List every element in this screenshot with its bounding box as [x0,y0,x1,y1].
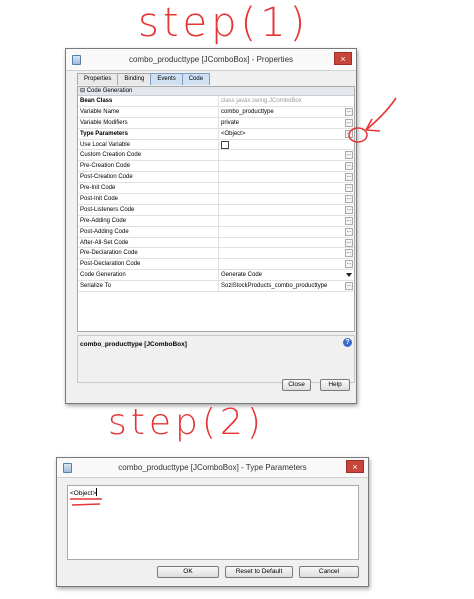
property-sheet: ⊟ Code Generation Bean Class class javax… [77,86,355,332]
ellipsis-button[interactable]: ... [345,227,353,236]
property-row-use-local-variable[interactable]: Use Local Variable [78,139,354,151]
property-name: Bean Class [80,98,113,104]
window-title: combo_producttype [JComboBox] - Type Par… [118,463,307,472]
property-row-type-parameters[interactable]: Type Parameters <Object> ... [78,128,354,140]
reset-to-default-button[interactable]: Reset to Default [225,566,293,578]
ellipsis-button[interactable]: ... [345,184,353,193]
cancel-button[interactable]: Cancel [299,566,359,578]
tab-binding[interactable]: Binding [117,73,152,85]
property-name: Pre-Creation Code [80,163,131,170]
property-value[interactable]: combo_producttype [221,108,342,117]
property-name: Pre-Declaration Code [80,250,138,257]
property-name: Pre-Adding Code [80,217,127,224]
ellipsis-button[interactable]: ... [345,260,353,269]
property-name: Post-Adding Code [80,228,129,235]
property-name: Post-Creation Code [80,174,133,181]
property-name: Serialize To [80,283,111,290]
property-name: Pre-Init Code [80,185,116,192]
property-name: Post-Init Code [80,196,119,203]
window-title: combo_producttype [JComboBox] - Properti… [128,55,294,64]
property-name: Post-Listeners Code [80,206,135,213]
help-icon[interactable]: ? [343,338,352,347]
tab-events[interactable]: Events [150,73,183,85]
title-bar: combo_producttype [JComboBox] - Type Par… [57,458,368,478]
property-row-serialize-to[interactable]: Serialize To SoziStockProducts_combo_pro… [78,281,354,293]
description-panel: combo_producttype [JComboBox] ? [77,335,355,383]
properties-dialog: combo_producttype [JComboBox] - Properti… [65,48,357,404]
ellipsis-button[interactable]: ... [345,249,353,258]
tab-properties[interactable]: Properties [77,73,119,85]
type-parameters-ellipsis-button[interactable]: ... [345,129,353,138]
ellipsis-button[interactable]: ... [345,238,353,247]
property-row-post-declaration-code[interactable]: Post-Declaration Code ... [78,259,354,271]
property-row-post-adding-code[interactable]: Post-Adding Code ... [78,226,354,238]
property-name: Custom Creation Code [80,152,142,159]
property-value[interactable]: private [221,119,342,128]
help-button[interactable]: Help [320,379,350,391]
ellipsis-button[interactable]: ... [345,216,353,225]
ellipsis-button[interactable]: ... [345,118,353,127]
property-value: class javax.swing.JComboBox [221,98,302,104]
property-row-code-generation[interactable]: Code Generation Generate Code [78,270,354,282]
property-row-variable-name[interactable]: Variable Name combo_producttype ... [78,106,354,118]
property-row-pre-creation-code[interactable]: Pre-Creation Code ... [78,161,354,173]
property-name: Type Parameters [80,130,128,137]
close-button[interactable]: Close [282,379,311,391]
ok-button[interactable]: OK [157,566,219,578]
property-row-pre-adding-code[interactable]: Pre-Adding Code ... [78,215,354,227]
tab-bar: Properties Binding Events Code [77,73,211,85]
use-local-variable-checkbox[interactable] [221,140,229,149]
property-name: Post-Declaration Code [80,261,141,268]
step1-annotation: step(1) [138,0,310,46]
dropdown-arrow-icon[interactable] [346,273,352,278]
step2-annotation: step(2) [108,402,265,443]
property-name: Variable Modifiers [80,119,128,126]
close-window-icon[interactable]: × [334,52,352,65]
ellipsis-button[interactable]: ... [345,162,353,171]
description-title: combo_producttype [JComboBox] [80,341,187,348]
property-row-variable-modifiers[interactable]: Variable Modifiers private ... [78,117,354,129]
code-generation-select[interactable]: Generate Code [221,271,342,280]
property-row-pre-init-code[interactable]: Pre-Init Code ... [78,183,354,195]
property-row-bean-class[interactable]: Bean Class class javax.swing.JComboBox [78,96,354,107]
property-row-post-listeners-code[interactable]: Post-Listeners Code ... [78,204,354,216]
property-name: Code Generation [80,272,126,279]
property-row-custom-creation-code[interactable]: Custom Creation Code ... [78,150,354,162]
ellipsis-button[interactable]: ... [345,107,353,116]
type-parameters-dialog: combo_producttype [JComboBox] - Type Par… [56,457,369,587]
property-name: Use Local Variable [80,141,130,148]
property-row-post-init-code[interactable]: Post-Init Code ... [78,194,354,205]
section-header-code-generation[interactable]: ⊟ Code Generation [78,87,354,96]
title-bar: combo_producttype [JComboBox] - Properti… [66,49,356,71]
ellipsis-button[interactable]: ... [345,151,353,160]
arrow-annotation [365,97,397,131]
ellipsis-button[interactable]: ... [345,205,353,214]
tab-code[interactable]: Code [181,73,211,85]
property-name: Variable Name [80,108,120,115]
property-row-post-creation-code[interactable]: Post-Creation Code ... [78,172,354,184]
ellipsis-button[interactable]: ... [345,282,353,291]
ellipsis-button[interactable]: ... [345,195,353,204]
property-row-pre-declaration-code[interactable]: Pre-Declaration Code ... [78,248,354,260]
type-parameters-value: <Object> [70,490,97,497]
property-name: After-All-Set Code [80,239,129,246]
close-window-icon[interactable]: × [346,460,364,473]
property-value[interactable]: SoziStockProducts_combo_producttype [221,282,342,291]
type-parameters-textarea[interactable]: <Object> [67,485,359,560]
property-value[interactable]: <Object> [221,130,342,139]
ellipsis-button[interactable]: ... [345,173,353,182]
text-caret [96,488,98,496]
property-row-after-all-set-code[interactable]: After-All-Set Code ... [78,237,354,249]
